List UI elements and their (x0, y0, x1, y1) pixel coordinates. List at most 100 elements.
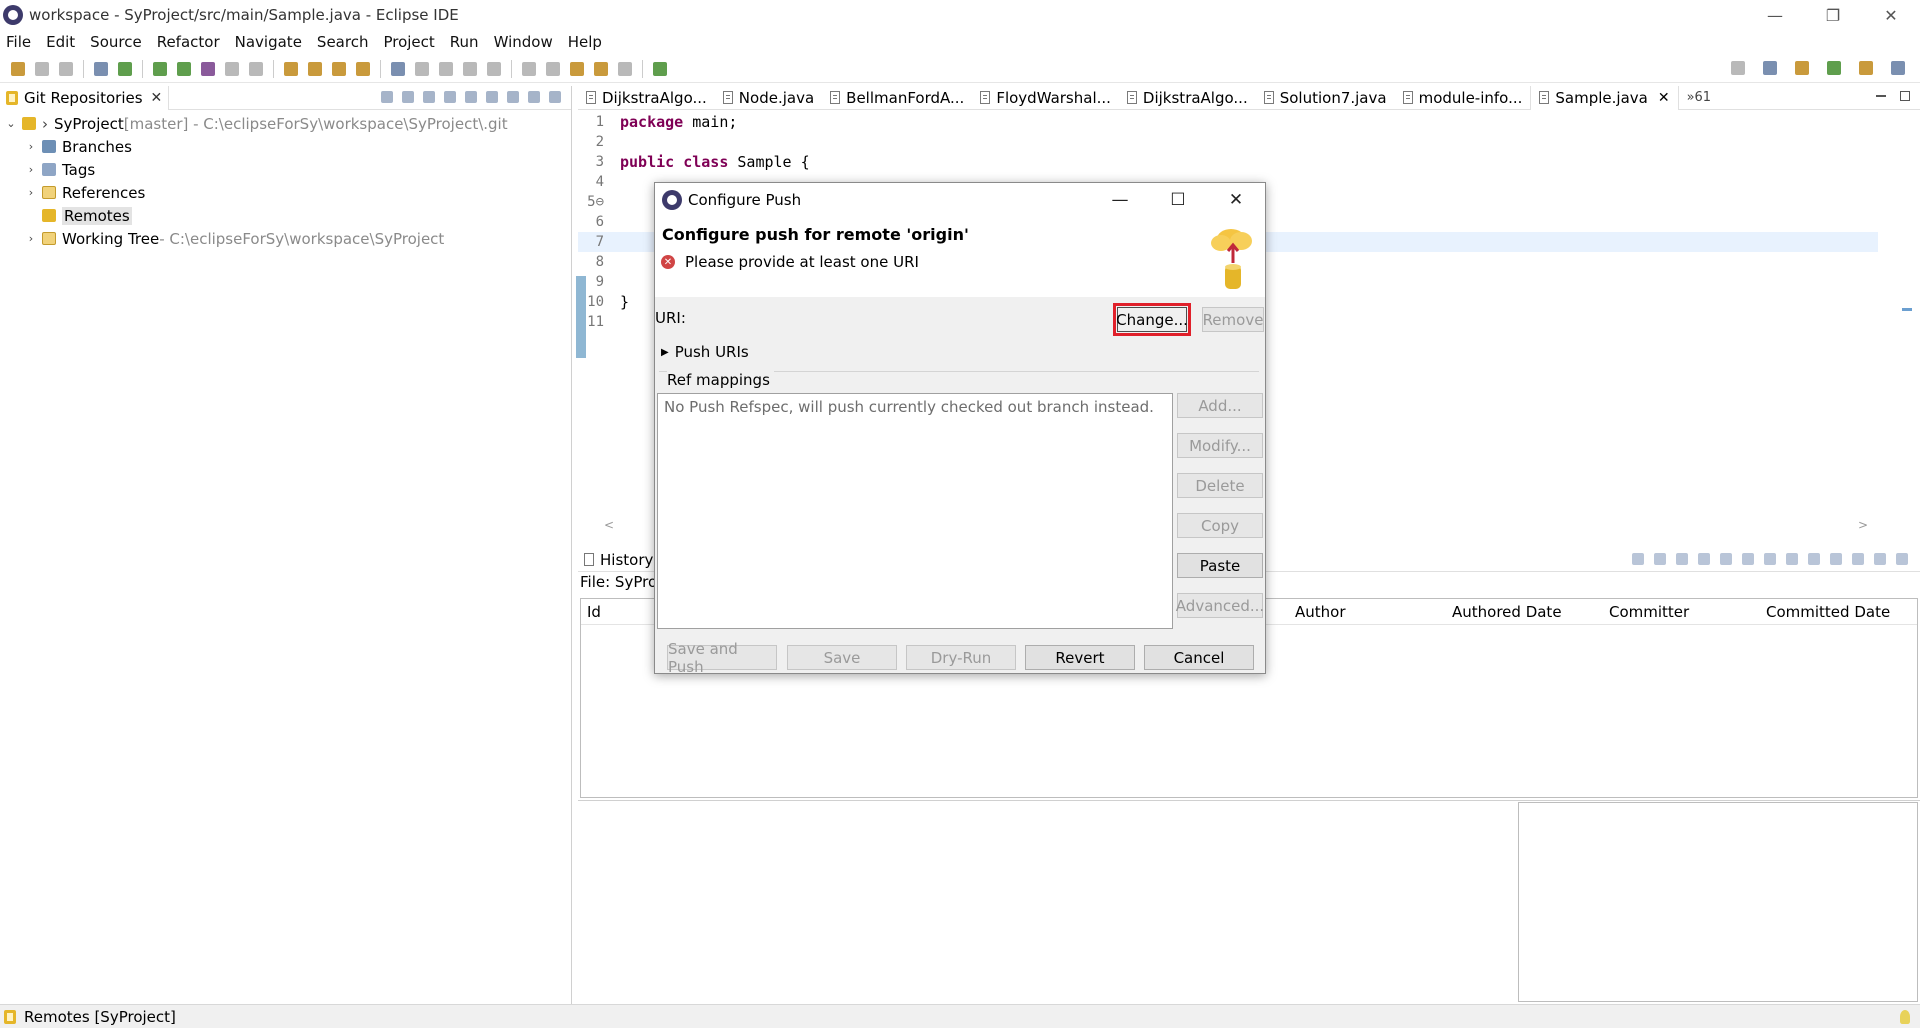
editor-tab[interactable]: DijkstraAlgo... (578, 86, 715, 110)
close-icon[interactable]: ✕ (1207, 183, 1265, 217)
maximize-view-icon[interactable] (1896, 553, 1908, 565)
next-annotation-icon[interactable] (522, 61, 536, 76)
save-and-push-button[interactable]: Save and Push (667, 640, 777, 676)
editor-tab[interactable]: Solution7.java (1256, 86, 1395, 110)
scroll-right-arrow[interactable]: > (1858, 518, 1868, 532)
scroll-left-arrow[interactable]: < (604, 518, 614, 532)
paste-refspec-button[interactable]: Paste (1177, 553, 1263, 578)
save-icon[interactable] (35, 61, 49, 76)
editor-tab[interactable]: module-info... (1395, 86, 1531, 110)
menu-project[interactable]: Project (383, 33, 434, 51)
prev-annotation-icon[interactable] (546, 61, 560, 76)
spring-icon[interactable] (118, 61, 132, 76)
annotation-icon[interactable] (391, 61, 405, 76)
menu-run[interactable]: Run (450, 33, 479, 51)
chevron-right-icon[interactable]: › (24, 186, 38, 199)
save-all-icon[interactable] (59, 61, 73, 76)
tree-item-tags[interactable]: › Tags (0, 158, 571, 181)
git-perspective-icon[interactable] (1859, 61, 1873, 75)
link-editor-icon[interactable] (486, 91, 498, 103)
menu-navigate[interactable]: Navigate (235, 33, 302, 51)
add-refspec-button[interactable]: Add... (1177, 393, 1263, 418)
search-icon[interactable] (1731, 61, 1745, 75)
tree-item-branches[interactable]: › Branches (0, 135, 571, 158)
menu-window[interactable]: Window (494, 33, 553, 51)
minimize-view-icon[interactable] (1876, 95, 1886, 97)
revert-button[interactable]: Revert (1025, 645, 1135, 670)
debug-perspective-icon[interactable] (1827, 61, 1841, 75)
editor-tab[interactable]: BellmanFordA... (822, 86, 972, 110)
menu-search[interactable]: Search (317, 33, 369, 51)
repository-icon[interactable] (1742, 553, 1754, 565)
open-task-icon[interactable] (308, 61, 322, 76)
open-type-icon[interactable] (284, 61, 298, 76)
menu-edit[interactable]: Edit (46, 33, 75, 51)
minimize-icon[interactable]: — (1091, 183, 1149, 217)
link-selection-icon[interactable] (1632, 553, 1644, 565)
graph-icon[interactable] (1808, 553, 1820, 565)
tab-history[interactable]: History (578, 548, 659, 572)
chevron-right-icon[interactable]: › (24, 140, 38, 153)
editor-tab[interactable]: FloydWarshal... (972, 86, 1119, 110)
last-edit-icon[interactable] (570, 61, 584, 76)
column-author[interactable]: Author (1295, 603, 1346, 621)
cancel-button[interactable]: Cancel (1144, 645, 1254, 670)
collapse-all-icon[interactable] (381, 91, 393, 103)
advanced-button[interactable]: Advanced... (1176, 593, 1264, 618)
tree-item-references[interactable]: › References (0, 181, 571, 204)
tab-git-repositories[interactable]: Git Repositories ✕ (0, 85, 170, 110)
open-folder-icon[interactable] (332, 61, 346, 76)
compare-mode-icon[interactable] (1654, 553, 1666, 565)
pilcrow-icon[interactable] (487, 61, 501, 76)
run-icon[interactable] (177, 61, 191, 76)
minimize-icon[interactable]: — (1746, 0, 1804, 30)
back-icon[interactable] (594, 61, 608, 76)
save-button[interactable]: Save (787, 645, 897, 670)
delete-refspec-button[interactable]: Delete (1177, 473, 1263, 498)
layout-icon[interactable] (1786, 553, 1798, 565)
column-id[interactable]: Id (587, 603, 601, 621)
editor-tab-active[interactable]: Sample.java ✕ (1530, 85, 1679, 110)
tree-item-remotes[interactable]: Remotes (0, 204, 571, 227)
search-history-icon[interactable] (1720, 553, 1732, 565)
ref-mappings-list[interactable]: No Push Refspec, will push currently che… (657, 393, 1173, 629)
modify-refspec-button[interactable]: Modify... (1177, 433, 1263, 458)
create-repo-icon[interactable] (444, 91, 456, 103)
search-tool-icon[interactable] (356, 61, 370, 76)
menu-refactor[interactable]: Refactor (157, 33, 220, 51)
column-committer[interactable]: Committer (1609, 603, 1689, 621)
stop-icon[interactable] (225, 61, 239, 76)
highlight-icon[interactable] (415, 61, 429, 76)
tree-item-working-tree[interactable]: › Working Tree - C:\eclipseForSy\workspa… (0, 227, 571, 250)
maximize-icon[interactable]: ☐ (1149, 183, 1207, 217)
editor-tab[interactable]: Node.java (715, 86, 822, 110)
pin-icon[interactable] (653, 61, 667, 76)
change-uri-button[interactable]: Change... (1113, 303, 1191, 336)
java-perspective-icon[interactable] (1795, 61, 1809, 75)
triangle-right-icon[interactable]: ▶ (661, 347, 669, 358)
menu-source[interactable]: Source (90, 33, 142, 51)
chevron-right-icon[interactable]: › (24, 232, 38, 245)
external-tools-icon[interactable] (249, 61, 263, 76)
view-menu-icon[interactable] (507, 91, 519, 103)
filter-icon[interactable] (1698, 553, 1710, 565)
close-tab-icon[interactable]: ✕ (1658, 90, 1670, 106)
editor-tab[interactable]: DijkstraAlgo... (1119, 86, 1256, 110)
restore-icon[interactable]: ❐ (1804, 0, 1862, 30)
history-file-list-pane[interactable] (1518, 802, 1918, 1002)
show-all-branches-icon[interactable] (1676, 553, 1688, 565)
tree-item-syproject[interactable]: ⌄ › SyProject [master] - C:\eclipseForSy… (0, 112, 571, 135)
chevron-right-icon[interactable]: › (24, 163, 38, 176)
view-menu-icon[interactable] (1852, 553, 1864, 565)
forward-icon[interactable] (618, 61, 632, 76)
tip-lightbulb-icon[interactable] (1900, 1010, 1910, 1024)
minimize-view-icon[interactable] (528, 91, 540, 103)
new-icon[interactable] (11, 61, 25, 76)
remove-uri-button[interactable]: Remove (1202, 307, 1264, 332)
maximize-view-icon[interactable] (549, 91, 561, 103)
column-authored-date[interactable]: Authored Date (1452, 603, 1562, 621)
close-tab-icon[interactable]: ✕ (151, 90, 163, 106)
menu-file[interactable]: File (6, 33, 31, 51)
column-committed-date[interactable]: Committed Date (1766, 603, 1890, 621)
block-select-icon[interactable] (439, 61, 453, 76)
